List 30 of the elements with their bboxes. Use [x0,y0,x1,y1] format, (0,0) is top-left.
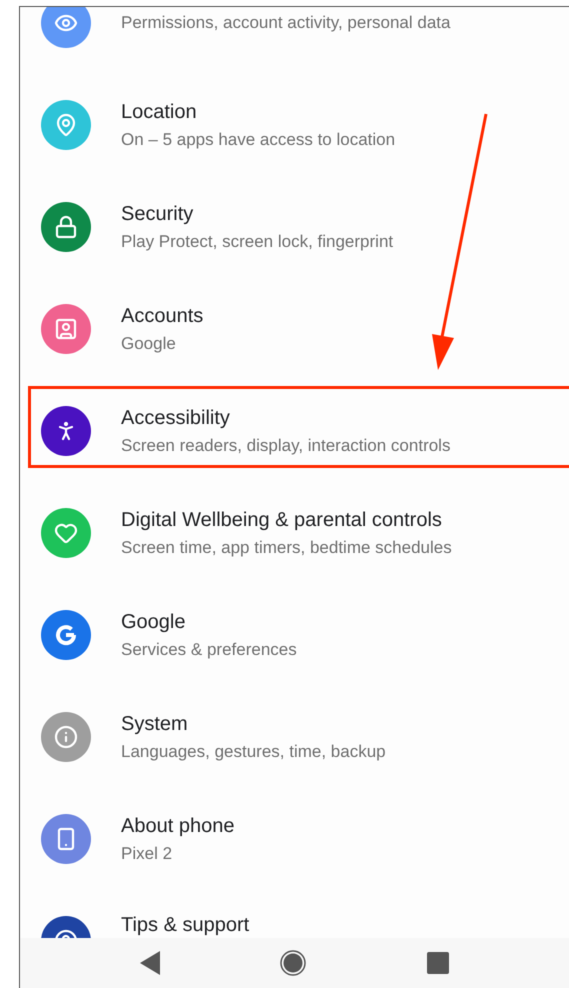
back-icon[interactable] [140,951,160,975]
settings-item[interactable]: Location On – 5 apps have access to location [20,74,569,176]
settings-item[interactable]: Digital Wellbeing & parental controls Screen time, app timers, bedtime schedules [20,482,569,584]
settings-item[interactable]: About phone Pixel 2 [20,788,569,890]
setting-subtitle: Services & preferences [121,640,297,660]
setting-subtitle: Permissions, account activity, personal data [121,13,450,33]
settings-item[interactable]: System Languages, gestures, time, backup [20,686,569,788]
setting-title: Digital Wellbeing & parental controls [121,508,443,532]
setting-subtitle: Languages, gestures, time, backup [121,742,386,762]
setting-subtitle: Play Protect, screen lock, fingerprint [121,232,394,252]
setting-title: Accessibility [121,406,231,430]
setting-title: System [121,712,189,736]
setting-title: Security [121,202,194,226]
setting-title: About phone [121,814,234,838]
setting-title: Accounts [121,304,204,328]
settings-item[interactable]: Google Services & preferences [20,584,569,686]
home-icon[interactable] [280,950,306,976]
setting-title: Tips & support [121,913,250,937]
settings-item[interactable]: Accessibility Screen readers, display, interaction controls [20,380,569,482]
setting-subtitle: Pixel 2 [121,844,174,864]
settings-item[interactable]: Security Play Protect, screen lock, fingerprint [20,176,569,278]
setting-title: Location [121,100,198,124]
setting-subtitle: Screen readers, display, interaction controls [121,436,450,456]
setting-title: Google [121,610,186,634]
setting-subtitle: On – 5 apps have access to location [121,130,396,150]
settings-item[interactable]: Permissions, account activity, personal data [20,7,569,74]
recents-icon[interactable] [426,952,449,974]
setting-subtitle: Screen time, app timers, bedtime schedules [121,538,452,558]
settings-item[interactable]: Accounts Google [20,278,569,380]
setting-subtitle: Google [121,334,177,354]
